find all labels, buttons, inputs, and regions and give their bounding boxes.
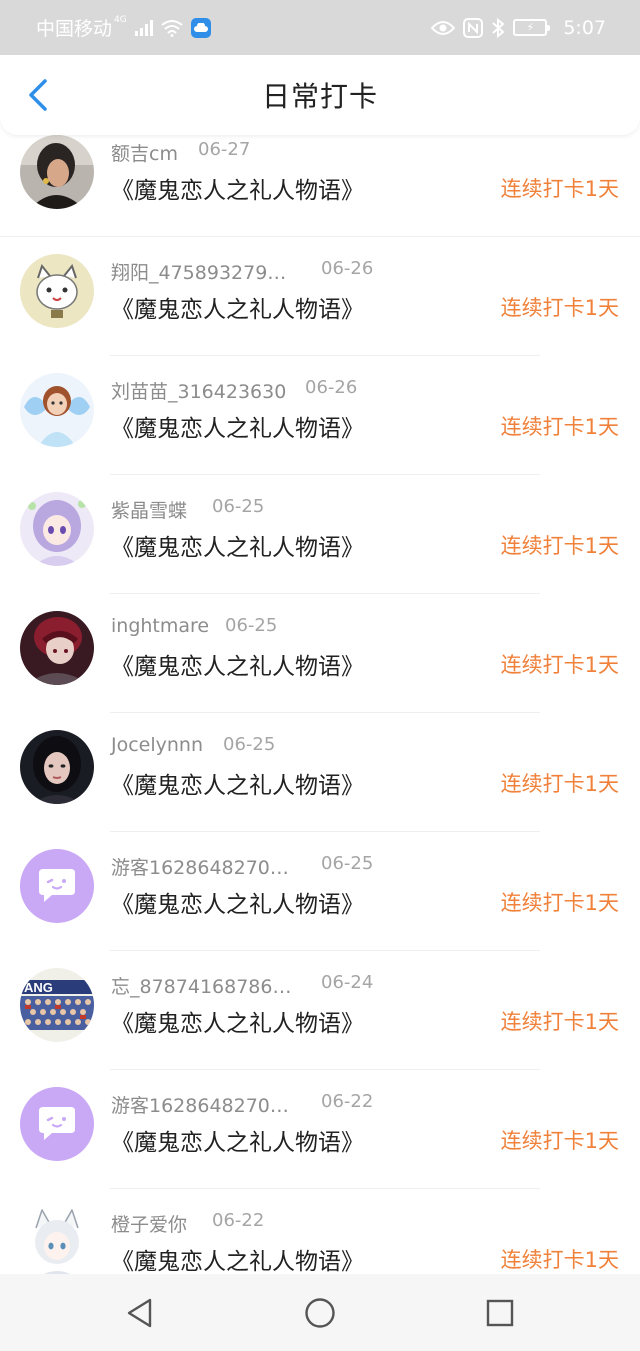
streak-label: 连续打卡1天 [500, 772, 619, 796]
checkin-date: 06-27 [198, 139, 251, 160]
book-title: 《魔鬼恋人之礼人物语》 [111, 892, 364, 918]
user-name: 游客1628648270… [111, 857, 289, 879]
cloud-icon [190, 17, 211, 38]
list-item[interactable]: 翔阳_475893279… 06-26 《魔鬼恋人之礼人物语》 连续打卡1天 [0, 237, 640, 356]
list-item[interactable]: 橙子爱你 06-22 《魔鬼恋人之礼人物语》 连续打卡1天 [0, 1189, 640, 1274]
user-name: Jocelynnn [111, 734, 204, 756]
eye-icon [431, 20, 456, 35]
list-item[interactable]: 紫晶雪蝶 06-25 《魔鬼恋人之礼人物语》 连续打卡1天 [0, 475, 640, 594]
avatar[interactable] [20, 611, 94, 685]
avatar[interactable]: ANG [20, 968, 94, 1042]
checkin-date: 06-24 [321, 972, 374, 993]
checkin-date: 06-26 [305, 377, 358, 398]
checkin-date: 06-22 [321, 1091, 374, 1112]
avatar[interactable] [20, 254, 94, 328]
nav-home-button[interactable] [290, 1283, 350, 1343]
avatar[interactable] [20, 730, 94, 804]
streak-label: 连续打卡1天 [500, 534, 619, 558]
avatar[interactable] [20, 373, 94, 447]
streak-label: 连续打卡1天 [500, 1010, 619, 1034]
network-type: 4G [114, 14, 127, 25]
list-item[interactable]: 游客1628648270… 06-25 《魔鬼恋人之礼人物语》 连续打卡1天 [0, 832, 640, 951]
streak-label: 连续打卡1天 [500, 1248, 619, 1272]
home-circle-icon [305, 1297, 335, 1328]
streak-label: 连续打卡1天 [500, 1129, 619, 1153]
user-name: 刘苗苗_316423630 [111, 381, 287, 403]
user-name: 游客1628648270… [111, 1095, 289, 1117]
avatar[interactable] [20, 1087, 94, 1161]
streak-label: 连续打卡1天 [500, 891, 619, 915]
svg-text:ANG: ANG [24, 980, 53, 995]
book-title: 《魔鬼恋人之礼人物语》 [111, 1011, 364, 1037]
status-bar: 中国移动 4G ⚡ 5:07 [0, 0, 640, 55]
book-title: 《魔鬼恋人之礼人物语》 [111, 416, 364, 442]
book-title: 《魔鬼恋人之礼人物语》 [111, 1249, 364, 1274]
page-title: 日常打卡 [261, 80, 378, 113]
recents-square-icon [486, 1299, 514, 1326]
checkin-date: 06-25 [225, 615, 278, 636]
avatar[interactable] [20, 849, 94, 923]
avatar[interactable] [20, 492, 94, 566]
checkin-date: 06-26 [321, 258, 374, 279]
avatar[interactable] [20, 135, 94, 209]
chevron-left-icon [29, 79, 47, 111]
back-triangle-icon [127, 1298, 152, 1327]
checkin-date: 06-22 [212, 1210, 265, 1231]
list-item[interactable]: 刘苗苗_316423630 06-26 《魔鬼恋人之礼人物语》 连续打卡1天 [0, 356, 640, 475]
avatar[interactable] [20, 1206, 94, 1274]
book-title: 《魔鬼恋人之礼人物语》 [111, 654, 364, 680]
signal-icon [134, 19, 153, 36]
list-item[interactable]: 额吉cm 06-27 《魔鬼恋人之礼人物语》 连续打卡1天 [0, 118, 640, 237]
clock: 5:07 [563, 16, 606, 39]
streak-label: 连续打卡1天 [500, 653, 619, 677]
list-item[interactable]: 游客1628648270… 06-22 《魔鬼恋人之礼人物语》 连续打卡1天 [0, 1070, 640, 1189]
book-title: 《魔鬼恋人之礼人物语》 [111, 773, 364, 799]
header: 日常打卡 [0, 55, 640, 135]
streak-label: 连续打卡1天 [500, 415, 619, 439]
wifi-icon [161, 19, 183, 37]
user-name: 翔阳_475893279… [111, 262, 287, 284]
user-name: 额吉cm [111, 143, 178, 165]
book-title: 《魔鬼恋人之礼人物语》 [111, 178, 364, 204]
checkin-date: 06-25 [223, 734, 276, 755]
book-title: 《魔鬼恋人之礼人物语》 [111, 297, 364, 323]
streak-label: 连续打卡1天 [500, 296, 619, 320]
checkin-list[interactable]: 额吉cm 06-27 《魔鬼恋人之礼人物语》 连续打卡1天 翔阳_4758932… [0, 118, 640, 1274]
streak-label: 连续打卡1天 [500, 177, 619, 201]
user-name: 忘_87874168786… [111, 976, 292, 998]
nav-back-button[interactable] [110, 1283, 170, 1343]
list-item[interactable]: inghtmare 06-25 《魔鬼恋人之礼人物语》 连续打卡1天 [0, 594, 640, 713]
user-name: 紫晶雪蝶 [111, 500, 188, 522]
nfc-icon [463, 17, 484, 38]
bluetooth-icon [492, 17, 505, 38]
book-title: 《魔鬼恋人之礼人物语》 [111, 1130, 364, 1156]
list-item[interactable]: Jocelynnn 06-25 《魔鬼恋人之礼人物语》 连续打卡1天 [0, 713, 640, 832]
user-name: inghtmare [111, 615, 210, 637]
nav-recents-button[interactable] [470, 1283, 530, 1343]
battery-icon: ⚡ [513, 19, 551, 36]
book-title: 《魔鬼恋人之礼人物语》 [111, 535, 364, 561]
system-nav-bar [0, 1274, 640, 1351]
back-button[interactable] [18, 75, 58, 115]
carrier-label: 中国移动 [36, 18, 113, 40]
checkin-date: 06-25 [321, 853, 374, 874]
checkin-date: 06-25 [212, 496, 265, 517]
list-item[interactable]: ANG 忘_87874168786… 06-24 《魔鬼恋人之礼人物语》 连续打… [0, 951, 640, 1070]
user-name: 橙子爱你 [111, 1214, 188, 1236]
